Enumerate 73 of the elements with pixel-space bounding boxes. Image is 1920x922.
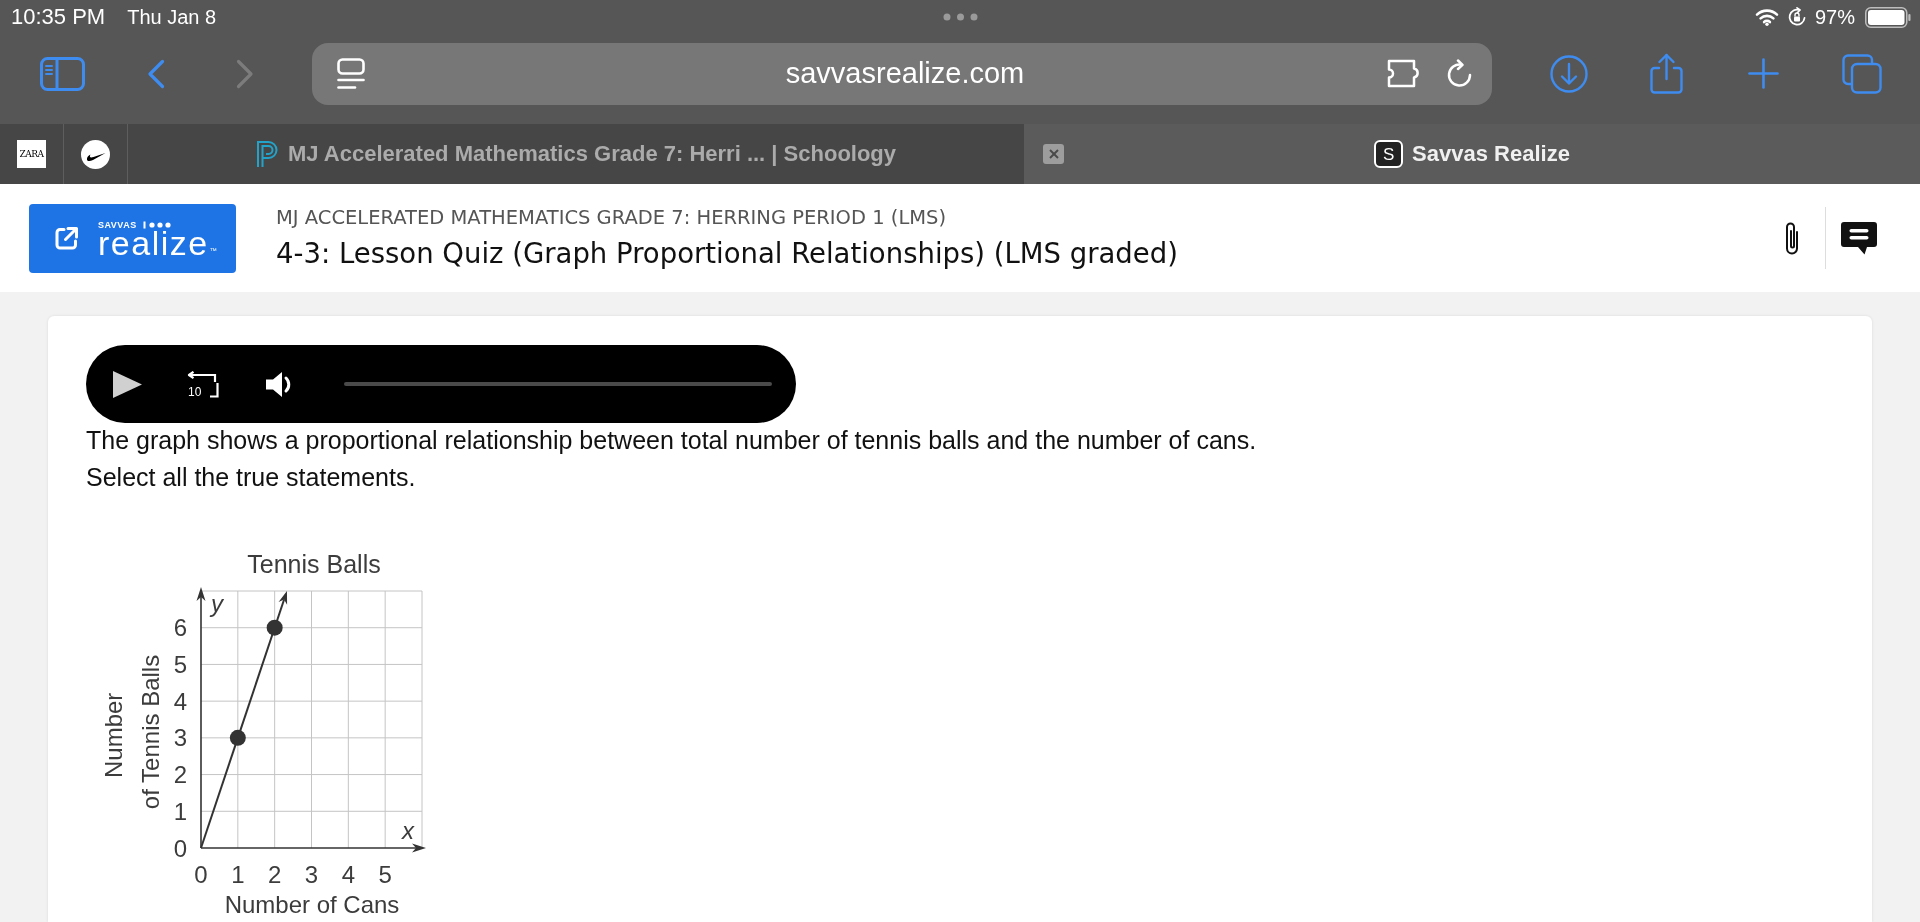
wifi-icon (1754, 8, 1779, 26)
download-icon (1550, 54, 1588, 93)
instruction-text: Select all the true statements. (86, 462, 416, 493)
reload-icon (1447, 59, 1473, 88)
x-axis-variable: x (402, 817, 414, 844)
tabs-icon (1842, 53, 1882, 94)
comments-button[interactable] (1841, 221, 1877, 255)
volume-button[interactable] (265, 369, 292, 399)
chevron-left-icon (147, 58, 165, 89)
chevron-right-icon (236, 58, 254, 89)
plus-icon (1748, 58, 1779, 89)
x-tick-label: 5 (378, 861, 392, 888)
play-icon (113, 370, 142, 398)
data-point (266, 619, 283, 636)
share-button[interactable] (1648, 53, 1685, 94)
dots-icon (142, 221, 173, 229)
back-button[interactable] (147, 58, 165, 89)
close-icon (1048, 149, 1059, 159)
reader-icon (337, 57, 365, 90)
address-text: savvasrealize.com (785, 59, 1025, 88)
extension-button[interactable] (1387, 59, 1421, 88)
volume-icon (265, 369, 292, 399)
favicon: S (1374, 140, 1404, 168)
replay-button[interactable]: 10 (185, 370, 219, 398)
x-tick-label: 2 (268, 861, 282, 888)
y-tick-label: 1 (173, 797, 187, 825)
corner-bracket-icon (209, 382, 219, 398)
y-tick-label: 5 (173, 650, 187, 678)
chart-title: Tennis Balls (247, 550, 381, 578)
y-tick-label: 2 (173, 761, 187, 789)
close-tab-button[interactable] (1043, 144, 1064, 164)
x-axis-label: Number of Cans (224, 891, 400, 918)
replay-arrow-icon (185, 370, 219, 383)
question-text: The graph shows a proportional relationship between total number of tennis balls and the number of cans. (86, 425, 1257, 456)
data-point (229, 729, 246, 746)
y-tick-label: 3 (173, 724, 187, 752)
status-date: Thu Jan 8 (127, 7, 217, 27)
x-tick-label: 3 (304, 861, 319, 888)
reader-button[interactable] (337, 57, 365, 90)
course-name: MJ ACCELERATED MATHEMATICS GRADE 7: HERRING PERIOD 1 (LMS) (276, 206, 948, 230)
favicon: ZARA (17, 140, 46, 168)
y-tick-label: 4 (173, 687, 187, 715)
address-bar[interactable]: savvasrealize.com (312, 42, 1492, 105)
attachments-button[interactable] (1785, 221, 1799, 255)
play-button[interactable] (113, 370, 142, 398)
x-tick-label: 1 (231, 861, 245, 888)
y-tick-label: 6 (173, 614, 187, 642)
sidebar-icon (40, 56, 85, 91)
chat-icon (1841, 221, 1877, 255)
seek-bar-track[interactable] (344, 382, 772, 386)
downloads-button[interactable] (1550, 54, 1588, 93)
share-icon (1648, 53, 1685, 94)
rotation-lock-icon (1786, 7, 1807, 27)
puzzle-icon (1387, 59, 1421, 88)
logo-icon (255, 140, 279, 168)
y-tick-label: 0 (173, 834, 187, 862)
reload-button[interactable] (1447, 59, 1473, 88)
new-tab-button[interactable] (1748, 58, 1779, 89)
battery-percentage: 97% (1814, 7, 1855, 27)
ellipsis-icon (942, 13, 978, 21)
external-link-icon (54, 225, 79, 251)
lesson-title: 4-3: Lesson Quiz (Graph Proportional Relationships) (LMS graded) (276, 236, 1178, 270)
x-tick-label: 4 (341, 861, 355, 888)
y-axis-variable: y (211, 590, 223, 617)
swoosh-icon (81, 139, 110, 169)
sidebar-button[interactable] (40, 56, 85, 91)
x-tick-label: 0 (194, 861, 208, 888)
y-axis-label: Number of Tennis Balls (100, 654, 164, 810)
browser-tab[interactable]: S Savvas Realize (1024, 124, 1920, 184)
paperclip-icon (1785, 221, 1799, 255)
tab-overview-button[interactable] (1842, 53, 1882, 94)
battery-icon (1865, 6, 1911, 28)
status-time: 10:35 PM (11, 6, 106, 28)
